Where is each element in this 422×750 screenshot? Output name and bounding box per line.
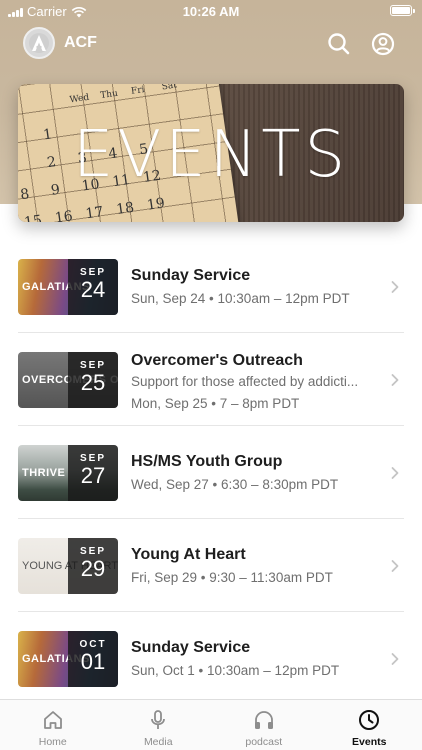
event-datetime: Sun, Sep 24 • 10:30am – 12pm PDT	[131, 291, 350, 306]
event-description: Support for those affected by addicti...	[131, 374, 359, 389]
tab-home[interactable]: Home	[0, 700, 106, 750]
clock-icon	[359, 710, 380, 730]
search-icon[interactable]	[326, 31, 352, 57]
tab-label: Home	[38, 736, 67, 748]
tab-podcast[interactable]: podcast	[211, 700, 317, 750]
event-row[interactable]: YOUNG AT HEART SEP 29 Young At Heart Fri…	[18, 519, 404, 612]
calendar-number: 18	[115, 199, 136, 218]
event-title: Young At Heart	[131, 546, 246, 563]
tab-bar: Home Media podcast Events	[0, 699, 422, 750]
date-day: 01	[80, 649, 106, 674]
event-row[interactable]: THRIVE SEP 27 HS/MS Youth Group Wed, Sep…	[18, 426, 404, 519]
date-badge: SEP 24	[68, 259, 118, 315]
event-title: Sunday Service	[131, 267, 251, 284]
tab-label: Media	[143, 736, 173, 748]
thumbnail-text: THRIVE	[22, 467, 66, 479]
events-banner: WedThuFriSat1234589101112151617181922232…	[18, 84, 404, 222]
church-logo-icon	[29, 33, 49, 53]
date-badge: SEP 29	[68, 538, 118, 594]
chevron-right-icon	[391, 560, 399, 572]
status-bar: Carrier 10:26 AM	[0, 0, 422, 22]
chevron-right-icon	[391, 374, 399, 386]
app-header: ACF	[0, 22, 422, 66]
event-datetime: Mon, Sep 25 • 7 – 8pm PDT	[131, 396, 300, 411]
calendar-number	[177, 189, 212, 221]
event-title: Sunday Service	[131, 639, 251, 656]
event-thumbnail: OVERCOMERS OUTREACH SEP 25	[18, 352, 118, 408]
event-thumbnail: THRIVE SEP 27	[18, 445, 118, 501]
date-day: 25	[80, 370, 106, 395]
banner-title: EVENTS	[72, 118, 350, 192]
microphone-icon	[151, 710, 166, 729]
event-thumbnail: YOUNG AT HEART SEP 29	[18, 538, 118, 594]
chevron-right-icon	[391, 653, 399, 665]
date-day: 27	[80, 463, 106, 488]
date-badge: SEP 25	[68, 352, 118, 408]
events-list: GALATIANS SEP 24 Sunday Service Sun, Sep…	[18, 240, 404, 705]
status-time: 10:26 AM	[182, 4, 240, 19]
account-icon[interactable]	[370, 31, 396, 57]
battery-icon	[390, 5, 415, 16]
calendar-number: 19	[146, 195, 166, 214]
event-thumbnail: GALATIANS SEP 24	[18, 259, 118, 315]
event-datetime: Wed, Sep 27 • 6:30 – 8:30pm PDT	[131, 477, 339, 492]
date-day: 29	[80, 556, 106, 581]
headphones-icon	[254, 711, 273, 729]
event-row[interactable]: OVERCOMERS OUTREACH SEP 25 Overcomer's O…	[18, 333, 404, 426]
event-title: Overcomer's Outreach	[131, 352, 303, 369]
event-datetime: Fri, Sep 29 • 9:30 – 11:30am PDT	[131, 570, 333, 585]
tab-media[interactable]: Media	[106, 700, 212, 750]
app-name: ACF	[64, 34, 97, 51]
calendar-day-header: Thu	[99, 88, 119, 102]
tab-events[interactable]: Events	[317, 700, 422, 750]
date-badge: SEP 27	[68, 445, 118, 501]
chevron-right-icon	[391, 467, 399, 479]
app-logo[interactable]	[23, 27, 55, 59]
date-day: 24	[80, 277, 106, 302]
event-thumbnail: GALATIANS OCT 01	[18, 631, 118, 687]
tab-label: Events	[352, 736, 387, 748]
chevron-right-icon	[391, 281, 399, 293]
event-datetime: Sun, Oct 1 • 10:30am – 12pm PDT	[131, 663, 340, 678]
calendar-number: 17	[84, 203, 105, 222]
date-badge: OCT 01	[68, 631, 118, 687]
home-icon	[43, 711, 62, 729]
tab-label: podcast	[245, 736, 283, 748]
event-row[interactable]: GALATIANS OCT 01 Sunday Service Sun, Oct…	[18, 612, 404, 705]
event-row[interactable]: GALATIANS SEP 24 Sunday Service Sun, Sep…	[18, 240, 404, 333]
event-title: HS/MS Youth Group	[131, 453, 283, 470]
